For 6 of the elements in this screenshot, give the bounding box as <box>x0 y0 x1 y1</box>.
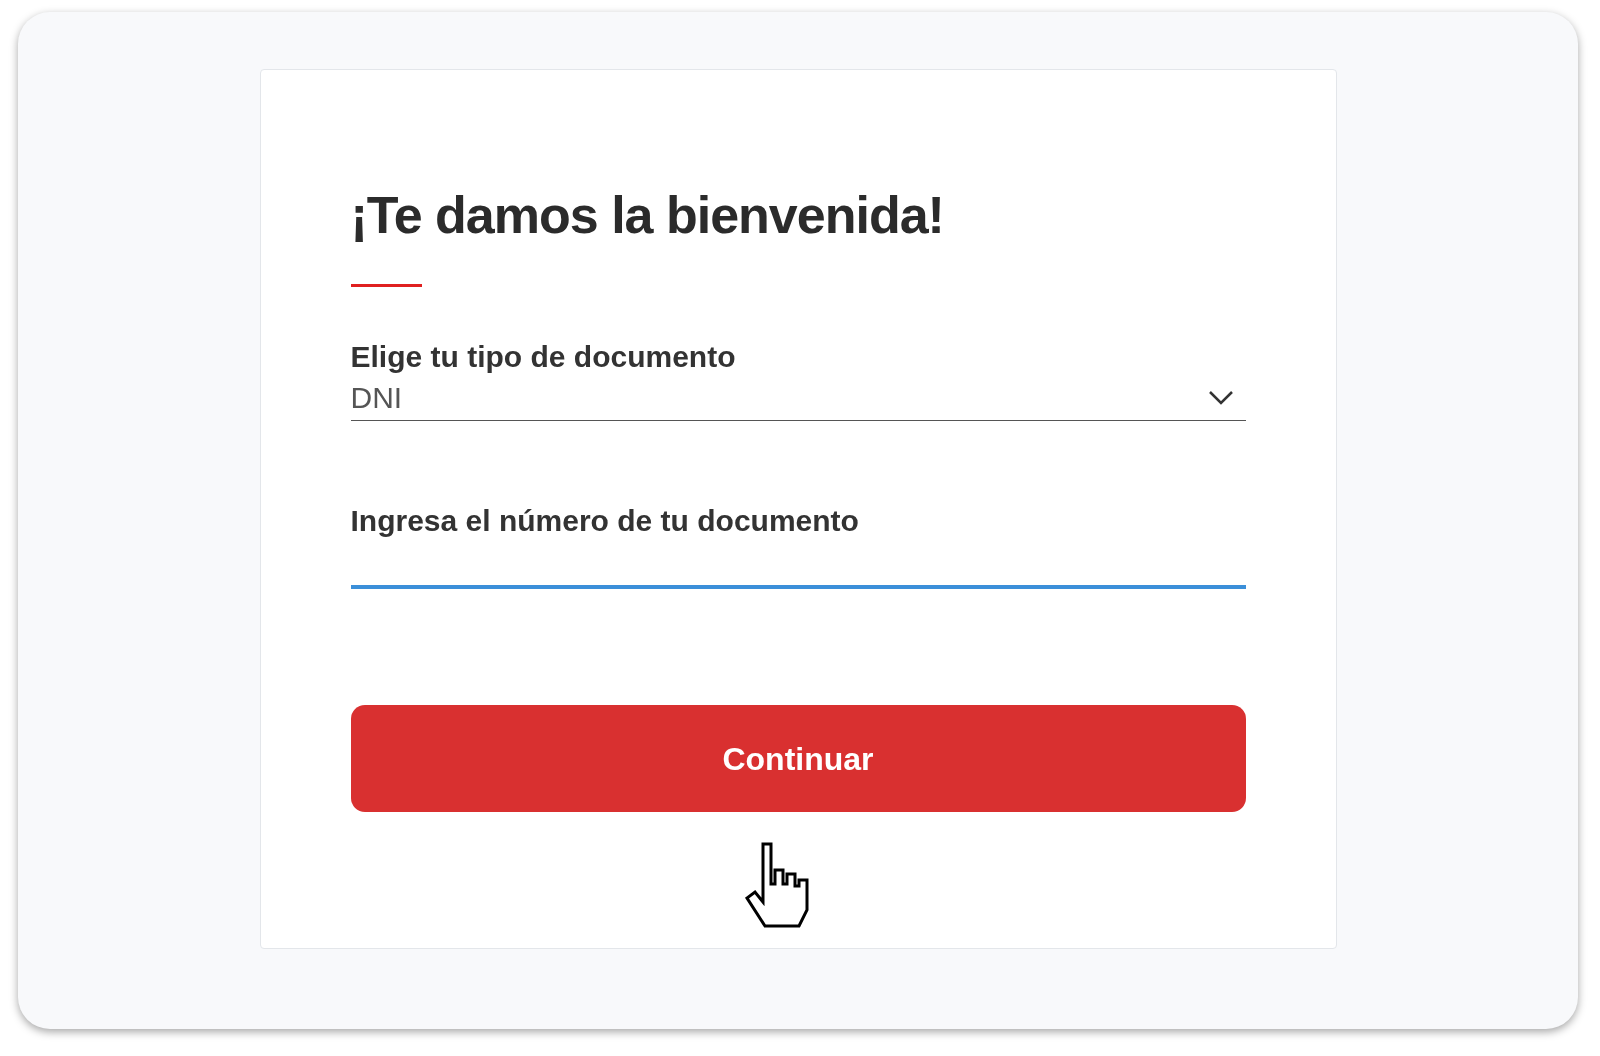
chevron-down-icon <box>1207 389 1234 406</box>
field-label: Ingresa el número de tu documento <box>350 503 860 539</box>
continue-button[interactable]: Continuar <box>350 705 1246 812</box>
document-type-select[interactable]: DNI <box>350 375 1246 421</box>
field-label: Elige tu tipo de documento <box>350 339 737 375</box>
welcome-heading: ¡Te damos la bienvenida! <box>350 185 945 245</box>
